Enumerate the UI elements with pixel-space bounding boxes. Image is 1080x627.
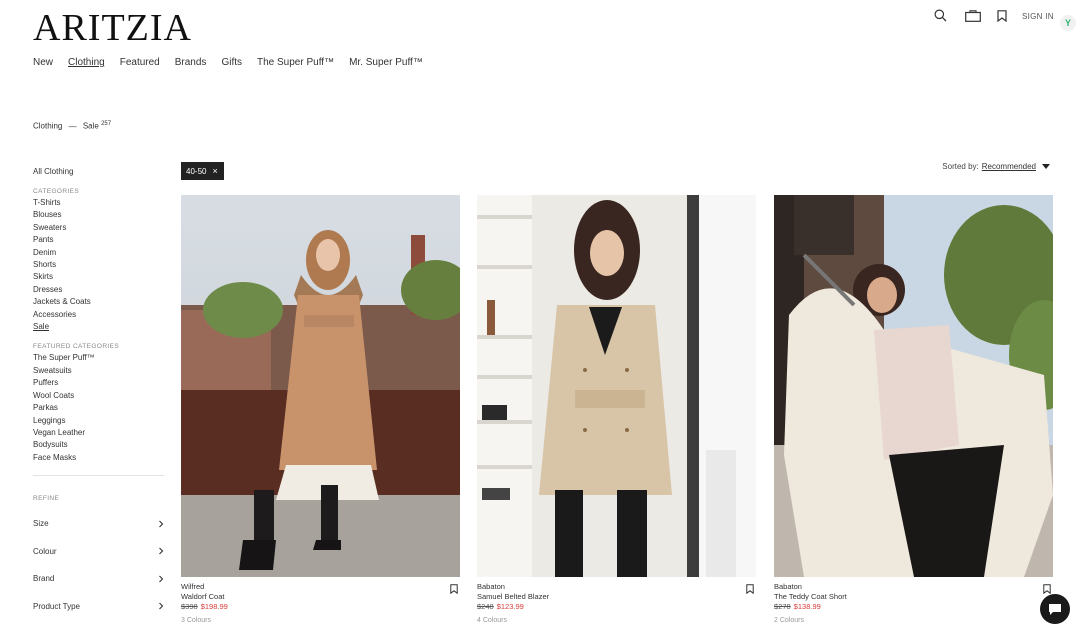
category-item[interactable]: Sweaters	[33, 222, 165, 234]
original-price: $248	[477, 602, 494, 611]
refine-label: Brand	[33, 574, 55, 584]
sort-control: Sorted by: Recommended	[942, 162, 1050, 171]
sale-price: $123.99	[496, 602, 524, 611]
sort-dropdown[interactable]: Recommended	[982, 162, 1036, 171]
result-count: 257	[101, 121, 112, 127]
close-icon[interactable]: ×	[212, 166, 217, 176]
all-clothing-link[interactable]: All Clothing	[33, 167, 165, 176]
chevron-right-icon	[159, 602, 164, 610]
sale-price: $138.99	[793, 602, 821, 611]
nav-item-clothing[interactable]: Clothing	[68, 57, 105, 68]
nav-item-super-puff[interactable]: The Super Puff™	[257, 57, 334, 68]
product-brand: Wilfred	[181, 582, 205, 591]
product-image[interactable]	[477, 195, 756, 577]
refine-label: Colour	[33, 546, 57, 556]
caret-down-icon[interactable]	[1042, 164, 1050, 169]
active-filter-chip[interactable]: 40-50 ×	[181, 162, 224, 180]
bookmark-icon[interactable]	[746, 581, 754, 599]
extension-badge[interactable]: Y	[1060, 15, 1076, 31]
nav-item-featured[interactable]: Featured	[120, 57, 160, 68]
nav-item-brands[interactable]: Brands	[175, 57, 207, 68]
featured-item[interactable]: Parkas	[33, 402, 165, 414]
breadcrumb-separator: —	[68, 121, 77, 131]
product-photo-coat-woman	[181, 195, 460, 577]
category-item[interactable]: T-Shirts	[33, 197, 165, 209]
breadcrumb: Clothing — Sale 257	[33, 121, 111, 131]
product-brand: Babaton	[477, 582, 505, 591]
featured-item[interactable]: Face Masks	[33, 452, 165, 464]
category-item[interactable]: Shorts	[33, 259, 165, 271]
breadcrumb-current: Sale	[82, 121, 99, 131]
product-name[interactable]: Samuel Belted Blazer	[477, 592, 756, 602]
colour-count[interactable]: 3 Colours	[181, 617, 460, 624]
chevron-right-icon	[159, 520, 164, 528]
featured-categories-heading: FEATURED CATEGORIES	[33, 343, 120, 351]
chat-icon	[1049, 603, 1061, 615]
product-price: $278 $138.99	[774, 602, 1053, 612]
product-price: $398 $198.99	[181, 602, 460, 612]
product-card[interactable]: Babaton Samuel Belted Blazer $248 $123.99…	[477, 195, 756, 624]
product-card[interactable]: Wilfred Waldorf Coat $398 $198.99 3 Colou…	[181, 195, 460, 624]
colour-count[interactable]: 2 Colours	[774, 617, 1053, 624]
chevron-right-icon	[159, 575, 164, 583]
breadcrumb-parent[interactable]: Clothing	[33, 122, 62, 131]
category-item[interactable]: Denim	[33, 247, 165, 259]
sort-label: Sorted by:	[942, 162, 979, 171]
categories-list: T-Shirts Blouses Sweaters Pants Denim Sh…	[33, 197, 165, 333]
product-name[interactable]: The Teddy Coat Short	[774, 592, 1053, 602]
featured-item[interactable]: Leggings	[33, 415, 165, 427]
colour-count[interactable]: 4 Colours	[477, 617, 756, 624]
category-item[interactable]: Dresses	[33, 284, 165, 296]
bookmark-icon[interactable]	[997, 10, 1007, 22]
refine-brand[interactable]: Brand	[33, 565, 165, 593]
product-brand: Babaton	[774, 582, 802, 591]
nav-item-mr-super-puff[interactable]: Mr. Super Puff™	[349, 57, 423, 68]
category-item[interactable]: Accessories	[33, 309, 165, 321]
category-item[interactable]: Blouses	[33, 209, 165, 221]
chat-button[interactable]	[1040, 594, 1070, 624]
refine-colour[interactable]: Colour	[33, 538, 165, 566]
featured-item[interactable]: Vegan Leather	[33, 427, 165, 439]
refine-heading: REFINE	[33, 495, 60, 503]
chip-label: 40-50	[186, 166, 207, 176]
featured-item[interactable]: Sweatsuits	[33, 365, 165, 377]
product-card[interactable]: Babaton The Teddy Coat Short $278 $138.99…	[774, 195, 1053, 624]
search-icon[interactable]	[934, 9, 947, 22]
sidebar-divider	[33, 475, 164, 477]
product-photo-teddy-coat-woman	[774, 195, 1053, 577]
refine-product-type[interactable]: Product Type	[33, 593, 165, 621]
refine-label: Product Type	[33, 601, 80, 611]
nav-item-gifts[interactable]: Gifts	[221, 57, 242, 68]
refine-size[interactable]: Size	[33, 510, 165, 538]
featured-item[interactable]: The Super Puff™	[33, 352, 165, 364]
original-price: $398	[181, 602, 198, 611]
product-price: $248 $123.99	[477, 602, 756, 612]
featured-item[interactable]: Wool Coats	[33, 390, 165, 402]
product-image[interactable]	[774, 195, 1053, 577]
product-image[interactable]	[181, 195, 460, 577]
featured-item[interactable]: Bodysuits	[33, 439, 165, 451]
chevron-right-icon	[159, 547, 164, 555]
logo[interactable]: ARITZIA	[33, 9, 192, 47]
category-item[interactable]: Jackets & Coats	[33, 296, 165, 308]
bag-icon[interactable]	[965, 10, 981, 22]
featured-item[interactable]: Puffers	[33, 377, 165, 389]
bookmark-icon[interactable]	[450, 581, 458, 599]
filter-sidebar: All Clothing CATEGORIES T-Shirts Blouses…	[33, 167, 165, 620]
category-item[interactable]: Pants	[33, 234, 165, 246]
featured-categories-list: The Super Puff™ Sweatsuits Puffers Wool …	[33, 352, 165, 464]
nav-item-new[interactable]: New	[33, 57, 53, 68]
categories-heading: CATEGORIES	[33, 188, 80, 195]
category-item-active[interactable]: Sale	[33, 321, 165, 333]
original-price: $278	[774, 602, 791, 611]
product-name[interactable]: Waldorf Coat	[181, 592, 460, 602]
main-nav: New Clothing Featured Brands Gifts The S…	[33, 57, 438, 68]
category-item[interactable]: Skirts	[33, 271, 165, 283]
product-photo-blazer-woman	[477, 195, 756, 577]
sign-in-link[interactable]: SIGN IN	[1022, 12, 1054, 21]
refine-label: Size	[33, 519, 49, 529]
sale-price: $198.99	[200, 602, 228, 611]
refine-list: Size Colour Brand Product Type	[33, 510, 165, 620]
